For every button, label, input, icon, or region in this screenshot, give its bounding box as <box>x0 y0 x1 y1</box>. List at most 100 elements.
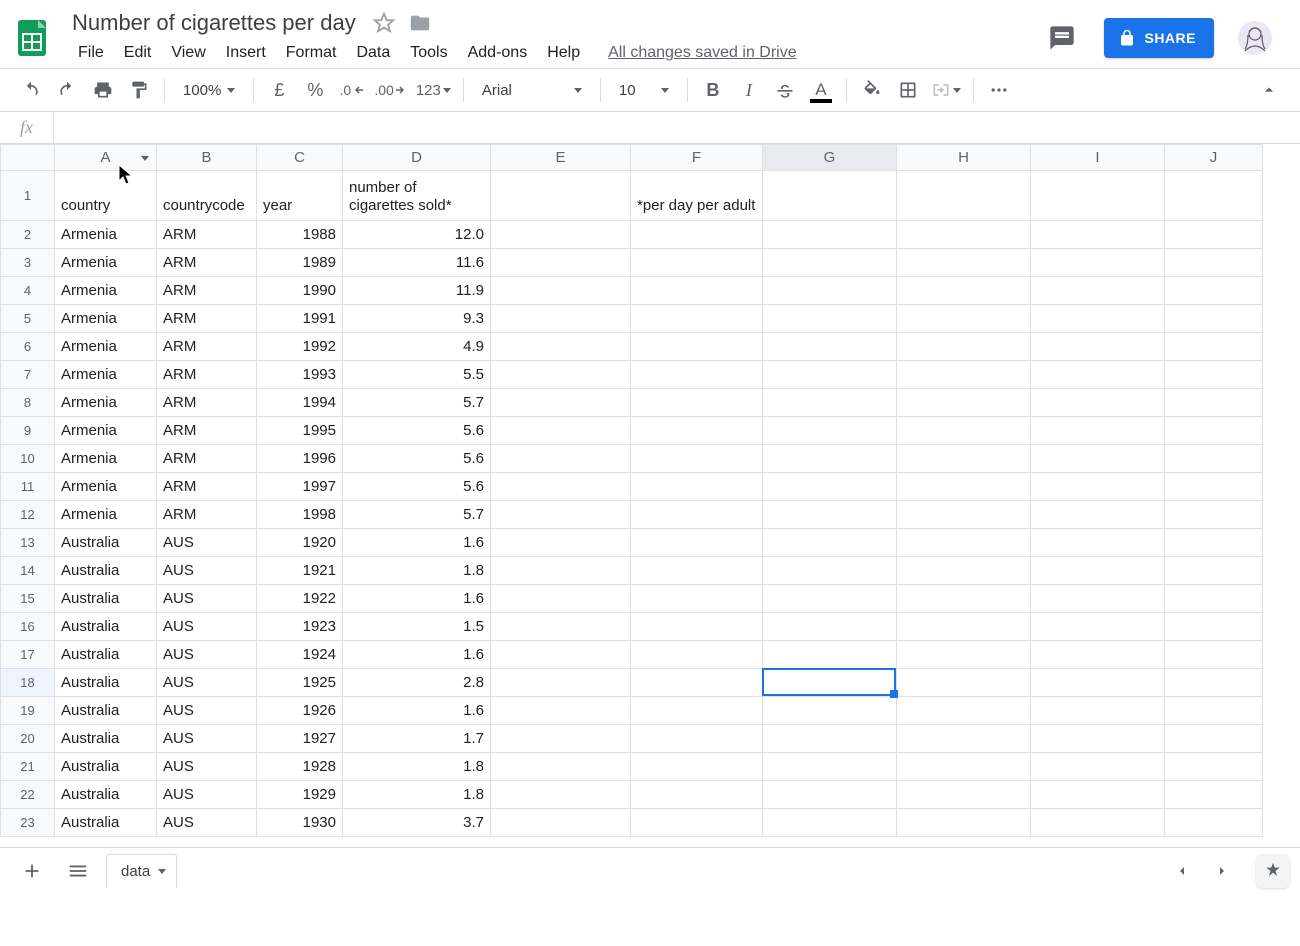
cell-E5[interactable] <box>491 305 631 333</box>
cell-F22[interactable] <box>631 781 763 809</box>
cell-J20[interactable] <box>1165 725 1263 753</box>
cell-G14[interactable] <box>763 557 897 585</box>
cell-J2[interactable] <box>1165 221 1263 249</box>
cell-E6[interactable] <box>491 333 631 361</box>
cell-C2[interactable]: 1988 <box>257 221 343 249</box>
redo-button[interactable] <box>50 73 84 107</box>
cell-C10[interactable]: 1996 <box>257 445 343 473</box>
col-head-A[interactable]: A <box>55 145 157 171</box>
cell-B15[interactable]: AUS <box>157 585 257 613</box>
cell-I18[interactable] <box>1031 669 1165 697</box>
increase-decimal-button[interactable]: .00 <box>370 73 409 107</box>
cell-I15[interactable] <box>1031 585 1165 613</box>
cell-I19[interactable] <box>1031 697 1165 725</box>
cell-H19[interactable] <box>897 697 1031 725</box>
menu-insert[interactable]: Insert <box>216 40 276 66</box>
cell-H9[interactable] <box>897 417 1031 445</box>
cell-H17[interactable] <box>897 641 1031 669</box>
col-head-F[interactable]: F <box>631 145 763 171</box>
col-dropdown-icon[interactable] <box>136 149 154 167</box>
cell-H23[interactable] <box>897 809 1031 837</box>
spreadsheet-grid[interactable]: ABCDEFGHIJ1countrycountrycodeyearnumber … <box>0 144 1300 848</box>
cell-A11[interactable]: Armenia <box>55 473 157 501</box>
decrease-decimal-button[interactable]: .0 <box>334 73 368 107</box>
cell-G21[interactable] <box>763 753 897 781</box>
cell-D1[interactable]: number of cigarettes sold* <box>343 171 491 221</box>
tab-nav-right[interactable] <box>1204 853 1240 889</box>
merge-cells-button[interactable] <box>927 73 965 107</box>
cell-A7[interactable]: Armenia <box>55 361 157 389</box>
row-head-12[interactable]: 12 <box>1 501 55 529</box>
col-head-D[interactable]: D <box>343 145 491 171</box>
cell-E16[interactable] <box>491 613 631 641</box>
cell-D23[interactable]: 3.7 <box>343 809 491 837</box>
menu-tools[interactable]: Tools <box>400 40 457 66</box>
fill-color-button[interactable] <box>855 73 889 107</box>
cell-F6[interactable] <box>631 333 763 361</box>
cell-A22[interactable]: Australia <box>55 781 157 809</box>
menu-format[interactable]: Format <box>276 40 347 66</box>
cell-B4[interactable]: ARM <box>157 277 257 305</box>
cell-I17[interactable] <box>1031 641 1165 669</box>
cell-E8[interactable] <box>491 389 631 417</box>
cell-H6[interactable] <box>897 333 1031 361</box>
cell-D19[interactable]: 1.6 <box>343 697 491 725</box>
cell-B13[interactable]: AUS <box>157 529 257 557</box>
cell-I1[interactable] <box>1031 171 1165 221</box>
cell-F23[interactable] <box>631 809 763 837</box>
cell-E11[interactable] <box>491 473 631 501</box>
cell-E18[interactable] <box>491 669 631 697</box>
cell-C19[interactable]: 1926 <box>257 697 343 725</box>
cell-C12[interactable]: 1998 <box>257 501 343 529</box>
cell-E12[interactable] <box>491 501 631 529</box>
cell-H20[interactable] <box>897 725 1031 753</box>
cell-E17[interactable] <box>491 641 631 669</box>
cell-A14[interactable]: Australia <box>55 557 157 585</box>
cell-C22[interactable]: 1929 <box>257 781 343 809</box>
cell-C13[interactable]: 1920 <box>257 529 343 557</box>
cell-J18[interactable] <box>1165 669 1263 697</box>
cell-D3[interactable]: 11.6 <box>343 249 491 277</box>
formula-input[interactable] <box>54 112 1300 143</box>
row-head-8[interactable]: 8 <box>1 389 55 417</box>
cell-F2[interactable] <box>631 221 763 249</box>
cell-A18[interactable]: Australia <box>55 669 157 697</box>
select-all-corner[interactable] <box>1 145 55 171</box>
cell-G5[interactable] <box>763 305 897 333</box>
cell-E3[interactable] <box>491 249 631 277</box>
print-button[interactable] <box>86 73 120 107</box>
col-head-H[interactable]: H <box>897 145 1031 171</box>
cell-F20[interactable] <box>631 725 763 753</box>
cell-C18[interactable]: 1925 <box>257 669 343 697</box>
cell-D2[interactable]: 12.0 <box>343 221 491 249</box>
row-head-6[interactable]: 6 <box>1 333 55 361</box>
move-to-folder-icon[interactable] <box>408 11 432 35</box>
row-head-9[interactable]: 9 <box>1 417 55 445</box>
cell-B16[interactable]: AUS <box>157 613 257 641</box>
cell-D16[interactable]: 1.5 <box>343 613 491 641</box>
row-head-21[interactable]: 21 <box>1 753 55 781</box>
bold-button[interactable]: B <box>696 73 730 107</box>
col-head-J[interactable]: J <box>1165 145 1263 171</box>
cell-I9[interactable] <box>1031 417 1165 445</box>
cell-I2[interactable] <box>1031 221 1165 249</box>
row-head-22[interactable]: 22 <box>1 781 55 809</box>
cell-C8[interactable]: 1994 <box>257 389 343 417</box>
add-sheet-button[interactable] <box>14 853 50 889</box>
row-head-16[interactable]: 16 <box>1 613 55 641</box>
cell-C11[interactable]: 1997 <box>257 473 343 501</box>
cell-F12[interactable] <box>631 501 763 529</box>
cell-J11[interactable] <box>1165 473 1263 501</box>
cell-J14[interactable] <box>1165 557 1263 585</box>
cell-H12[interactable] <box>897 501 1031 529</box>
cell-C3[interactable]: 1989 <box>257 249 343 277</box>
comments-button[interactable] <box>1044 20 1080 56</box>
cell-A20[interactable]: Australia <box>55 725 157 753</box>
cell-B5[interactable]: ARM <box>157 305 257 333</box>
font-select[interactable]: Arial <box>472 82 592 99</box>
cell-B17[interactable]: AUS <box>157 641 257 669</box>
cell-A21[interactable]: Australia <box>55 753 157 781</box>
col-head-E[interactable]: E <box>491 145 631 171</box>
cell-E4[interactable] <box>491 277 631 305</box>
menu-help[interactable]: Help <box>537 40 590 66</box>
